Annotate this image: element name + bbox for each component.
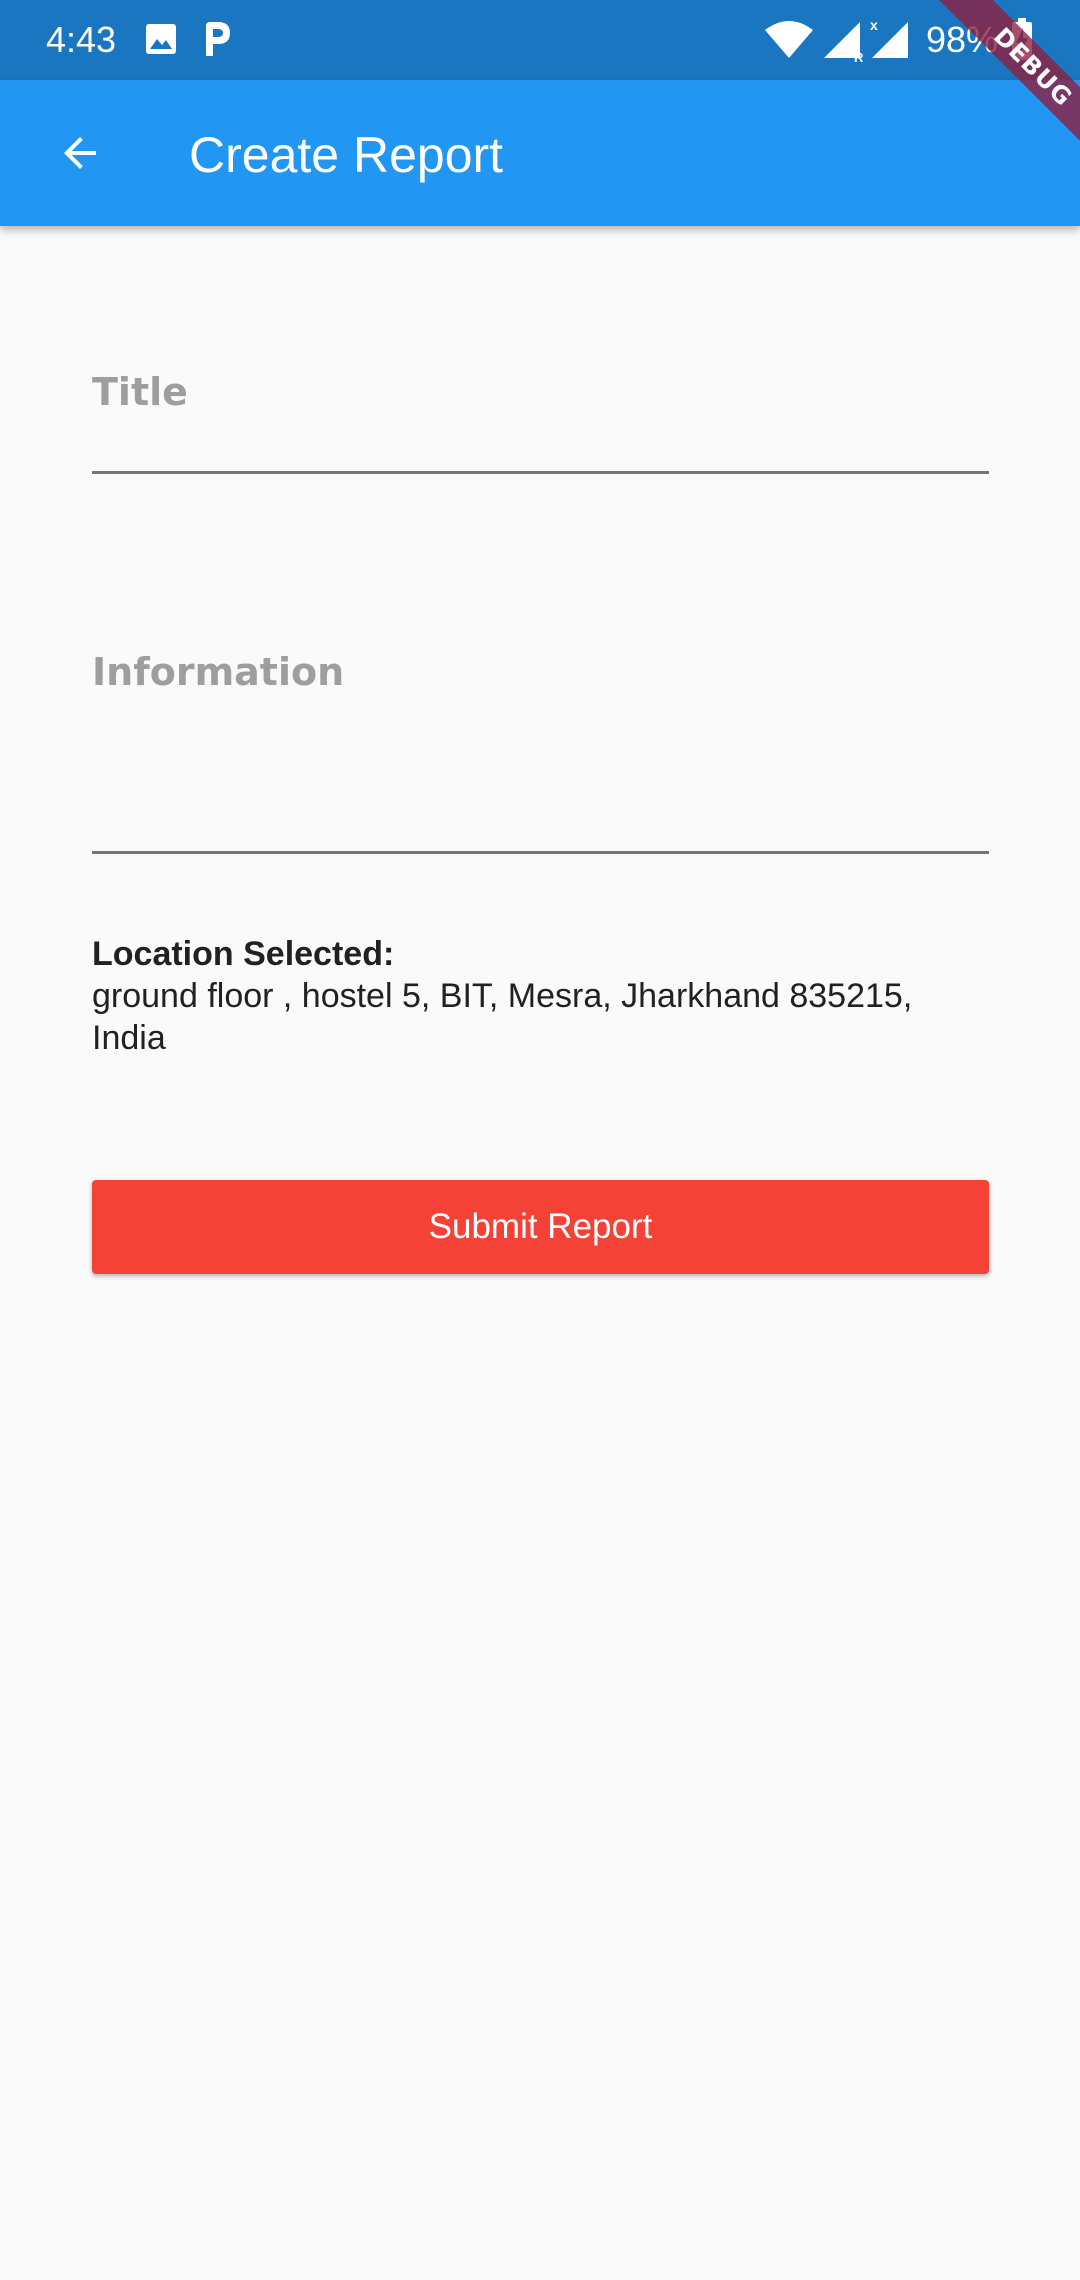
status-time: 4:43	[46, 19, 117, 60]
submit-report-button[interactable]: Submit Report	[92, 1180, 989, 1274]
signal-r-icon: R	[824, 22, 864, 62]
submit-report-label: Submit Report	[428, 1207, 653, 1246]
location-label: Location Selected:	[92, 935, 395, 973]
battery-charging-icon	[1012, 18, 1032, 60]
p-icon	[206, 22, 230, 56]
page-title: Create Report	[189, 127, 504, 183]
svg-text:R: R	[854, 50, 864, 62]
app-bar: Create Report	[0, 80, 1080, 226]
title-field-underline	[92, 471, 989, 474]
svg-text:x: x	[870, 17, 878, 33]
information-field-placeholder: Information	[92, 650, 345, 694]
status-bar: 4:43 R x 98%	[0, 0, 1080, 80]
title-field-placeholder: Title	[92, 370, 188, 414]
back-button[interactable]	[42, 115, 118, 191]
battery-percent: 98%	[926, 19, 999, 60]
information-field[interactable]: Information	[92, 640, 989, 855]
image-icon	[146, 24, 176, 54]
title-field[interactable]: Title	[92, 360, 989, 475]
arrow-back-icon	[64, 137, 96, 169]
wifi-icon	[765, 21, 813, 58]
location-value: ground floor , hostel 5, BIT, Mesra, Jha…	[92, 977, 913, 1057]
signal-x-icon: x	[870, 17, 908, 58]
information-field-underline	[92, 851, 989, 854]
